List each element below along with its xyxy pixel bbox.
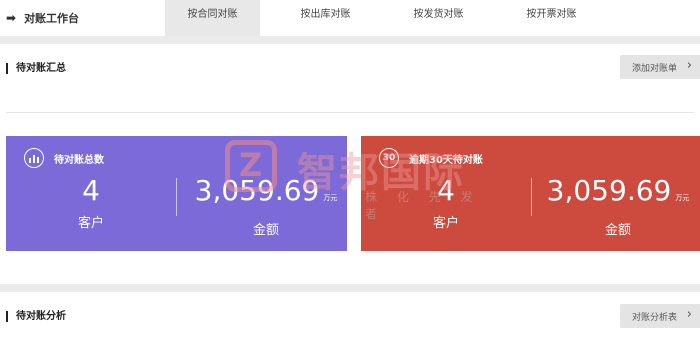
add-statement-label: 添加对账单 [632, 63, 678, 74]
total-amount-label: 金额 [252, 223, 279, 238]
brand-label: 对账工作台 [24, 12, 80, 25]
overdue-customers-value: 4 [437, 174, 455, 207]
chevron-right-icon: › [686, 58, 692, 73]
analysis-table-button[interactable]: 对账分析表 › [620, 304, 700, 328]
overdue-card-title: 逾期30天待对账 [409, 154, 483, 166]
chevron-right-icon: › [686, 307, 692, 322]
overdue-pending-card[interactable]: 30 逾期30天待对账 4 客户 3,059.69 万元 金额 [361, 136, 700, 251]
tab-outbound[interactable]: 按出库对账 [278, 0, 373, 36]
overdue-amount-value: 3,059.69 [546, 174, 672, 207]
overdue-customers-stat: 4 客户 [416, 174, 476, 231]
tab-invoice[interactable]: 按开票对账 [504, 0, 599, 36]
overdue-customers-label: 客户 [432, 216, 459, 231]
arrow-right-icon: ➡ [6, 11, 17, 25]
total-customers-stat: 4 客户 [61, 174, 121, 231]
stat-divider [176, 178, 177, 216]
total-card-header: 待对账总数 [24, 148, 104, 168]
pending-analysis-title: 待对账分析 [6, 311, 66, 322]
add-statement-button[interactable]: 添加对账单 › [620, 55, 700, 79]
total-customers-value: 4 [82, 174, 100, 207]
thirty-days-icon: 30 [379, 148, 399, 168]
total-amount-unit: 万元 [323, 194, 338, 202]
workbench-brand[interactable]: ➡ 对账工作台 [6, 0, 79, 36]
pending-summary-title: 待对账汇总 [6, 63, 66, 74]
tab-delivery[interactable]: 按发货对账 [391, 0, 486, 36]
total-card-title: 待对账总数 [54, 154, 104, 166]
top-nav-bar: ➡ 对账工作台 按合同对账 按出库对账 按发货对账 按开票对账 [0, 0, 700, 36]
total-amount-value: 3,059.69 [194, 174, 320, 207]
overdue-amount-label: 金额 [604, 223, 631, 238]
total-amount-stat: 3,059.69 万元 金额 [186, 174, 346, 238]
pending-analysis-panel: 待对账分析 对账分析表 › [0, 292, 700, 344]
analysis-table-label: 对账分析表 [632, 312, 678, 323]
overdue-amount-unit: 万元 [675, 194, 690, 202]
divider [6, 112, 694, 113]
tab-contract[interactable]: 按合同对账 [165, 0, 260, 36]
bar-chart-icon [24, 148, 44, 168]
overdue-card-header: 30 逾期30天待对账 [379, 148, 483, 168]
overdue-amount-stat: 3,059.69 万元 金额 [537, 174, 699, 238]
total-customers-label: 客户 [77, 216, 104, 231]
stat-divider [531, 178, 532, 216]
total-pending-card[interactable]: 待对账总数 4 客户 3,059.69 万元 金额 [6, 136, 347, 251]
